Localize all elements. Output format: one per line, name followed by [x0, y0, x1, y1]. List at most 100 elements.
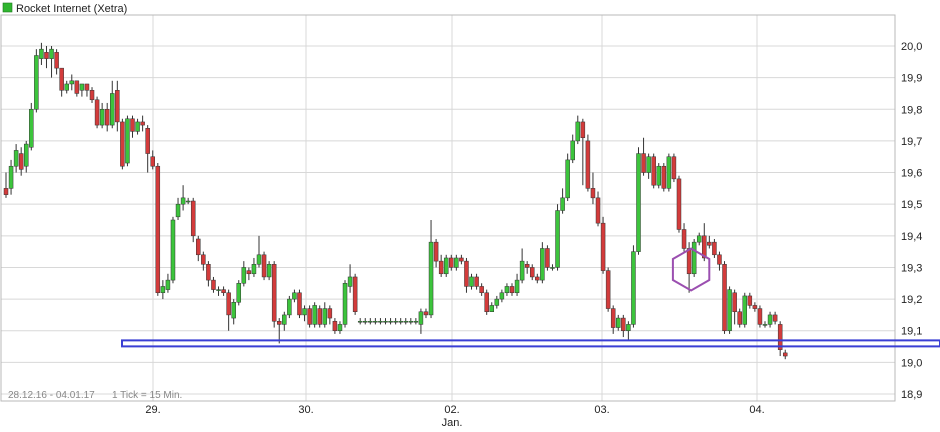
candle-body — [707, 241, 712, 246]
candle — [605, 267, 611, 312]
candle — [656, 163, 661, 189]
candle — [322, 302, 328, 328]
price-chart: 20,0 19,9 19,8 19,7 19,6 19,5 19,4 19,3 19,2 19,1… — [0, 2, 940, 429]
candle — [433, 238, 439, 268]
y-tick-label: 19,5 — [901, 199, 922, 211]
candle-body — [712, 241, 717, 256]
candle-body — [580, 121, 586, 138]
candle — [529, 264, 535, 281]
candle — [104, 102, 110, 132]
candle — [565, 153, 570, 202]
candle — [408, 318, 414, 325]
tick-interval-label: 1 Tick = 15 Min. — [112, 390, 182, 401]
candle-body — [140, 121, 145, 126]
candle — [509, 283, 515, 296]
y-tick-label: 19,7 — [901, 136, 922, 148]
candle — [236, 280, 242, 306]
candle-body — [494, 298, 500, 306]
candle — [175, 197, 181, 220]
candle-body — [312, 305, 317, 325]
candle — [368, 318, 373, 325]
candle-body — [433, 241, 439, 262]
candle-body — [59, 67, 64, 91]
candle — [79, 83, 85, 97]
candle-body — [84, 83, 90, 91]
candle-body — [266, 264, 272, 278]
candle-body — [438, 260, 444, 275]
candle — [266, 261, 272, 281]
candle-body — [89, 90, 95, 101]
candle — [292, 289, 297, 303]
candle — [712, 238, 717, 258]
candle — [246, 267, 252, 281]
candle-body — [767, 314, 773, 325]
candle — [469, 273, 474, 290]
candle — [342, 280, 348, 328]
candle — [550, 264, 555, 271]
candle — [347, 264, 353, 293]
candle — [29, 102, 34, 151]
x-tick-label: 03. — [594, 404, 609, 416]
candle-body — [626, 324, 631, 331]
candle — [393, 318, 398, 325]
candle-body — [29, 109, 34, 148]
support-line — [121, 339, 940, 348]
candle-body — [190, 200, 196, 237]
y-tick-label: 19,0 — [901, 357, 922, 369]
candle-body — [160, 286, 166, 294]
y-tick-label: 19,1 — [901, 326, 922, 338]
candle-body — [499, 292, 505, 300]
candle-body — [8, 165, 14, 189]
candle-body — [661, 165, 667, 189]
candle-body — [185, 200, 191, 203]
y-tick-label: 19,3 — [901, 262, 922, 274]
candle-body — [469, 276, 474, 287]
candle-body — [150, 156, 155, 167]
candle-body — [772, 314, 778, 322]
candle-body — [737, 311, 742, 325]
candle — [357, 318, 363, 325]
candle — [464, 257, 469, 293]
candle — [49, 46, 54, 78]
candle — [631, 245, 636, 328]
candle-body — [514, 279, 520, 294]
candle-body — [600, 222, 606, 271]
candle-body — [13, 150, 19, 167]
candle-body — [555, 210, 560, 268]
candle-body — [125, 118, 130, 164]
candle — [585, 134, 591, 192]
candle-body — [631, 251, 636, 325]
candle — [661, 163, 667, 192]
candle-body — [529, 267, 535, 278]
legend-swatch — [2, 2, 13, 13]
candle — [545, 245, 550, 271]
candle — [140, 115, 145, 132]
candle — [383, 318, 388, 325]
candle-body — [104, 109, 110, 126]
candle-body — [317, 308, 322, 325]
candle — [3, 172, 9, 198]
candle-body — [454, 257, 459, 268]
candle-body — [752, 305, 758, 309]
candle-body — [271, 264, 277, 322]
candle-body — [251, 264, 257, 275]
candle — [8, 159, 14, 195]
candle-body — [292, 292, 297, 300]
candle — [196, 235, 201, 262]
candle-body — [221, 289, 226, 294]
candle-body — [646, 156, 651, 173]
candle-body — [560, 197, 565, 211]
candle — [241, 261, 247, 287]
candle-body — [757, 308, 763, 325]
candle — [732, 289, 737, 325]
y-tick-label: 19,2 — [901, 294, 922, 306]
candle-body — [79, 83, 85, 91]
candle — [636, 147, 641, 255]
candle — [261, 251, 267, 281]
candle-body — [681, 229, 687, 249]
candle-body — [782, 352, 788, 357]
candle-body — [201, 254, 206, 265]
candle — [185, 197, 191, 205]
candle — [226, 289, 231, 331]
candle-body — [64, 83, 69, 91]
